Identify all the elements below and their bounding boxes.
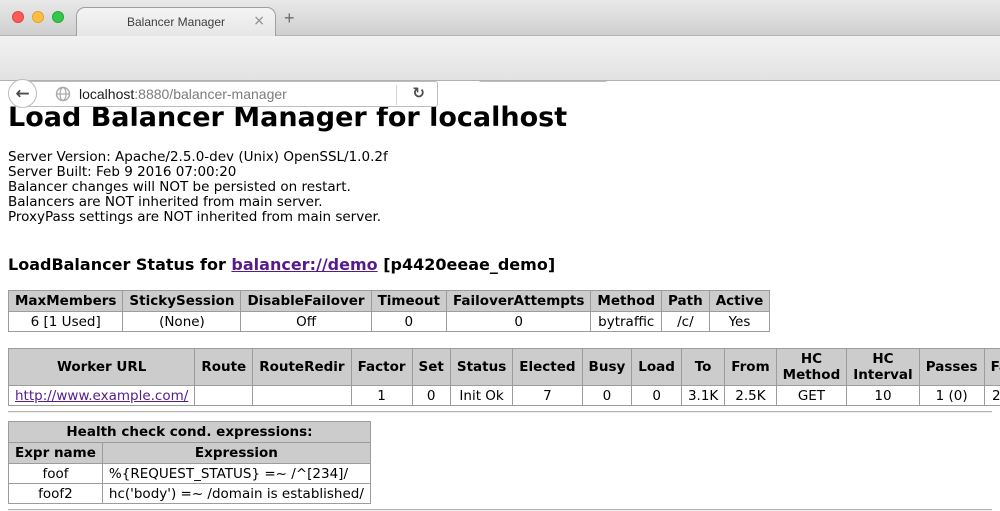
col-stickysession: StickySession: [123, 291, 241, 312]
site-identity-globe-icon: [55, 86, 71, 102]
cell-status: Init Ok: [450, 386, 512, 406]
col-passes: Passes: [919, 349, 984, 386]
url-text: localhost:8880/balancer-manager: [79, 86, 287, 102]
col-fails: Fails: [984, 349, 1000, 386]
col-factor: Factor: [351, 349, 412, 386]
col-worker-url: Worker URL: [9, 349, 195, 386]
cell-expr-name: foof: [9, 464, 103, 484]
proxypass-notice-line: ProxyPass settings are NOT inherited fro…: [8, 210, 992, 225]
col-timeout: Timeout: [371, 291, 446, 312]
col-hc-method: HC Method: [776, 349, 847, 386]
zoom-window-button[interactable]: [52, 11, 64, 23]
cell-active: Yes: [709, 312, 770, 332]
health-check-expressions-table: Health check cond. expressions: Expr nam…: [8, 421, 371, 504]
cell-load: 0: [632, 386, 682, 406]
col-load: Load: [632, 349, 682, 386]
tab-title: Balancer Manager: [127, 15, 225, 29]
table-row: http://www.example.com/ 1 0 Init Ok 7 0 …: [9, 386, 1000, 406]
close-window-button[interactable]: [12, 11, 24, 23]
window-titlebar: Balancer Manager × +: [0, 0, 1000, 36]
status-suffix: [p4420eeae_demo]: [378, 255, 556, 274]
table-title-row: Health check cond. expressions:: [9, 422, 371, 443]
server-built-line: Server Built: Feb 9 2016 07:00:20: [8, 165, 992, 180]
navigation-toolbar: ← localhost:8880/balancer-manager ↻ ☆: [0, 36, 1000, 81]
col-to: To: [681, 349, 724, 386]
cell-stickysession: (None): [123, 312, 241, 332]
new-tab-button[interactable]: +: [284, 8, 295, 29]
cell-to: 3.1K: [681, 386, 724, 406]
worker-url-link[interactable]: http://www.example.com/: [15, 388, 188, 404]
col-routeredir: RouteRedir: [253, 349, 351, 386]
table-row: foof %{REQUEST_STATUS} =~ /^[234]/: [9, 464, 371, 484]
col-path: Path: [662, 291, 710, 312]
cell-timeout: 0: [371, 312, 446, 332]
worker-status-table: Worker URL Route RouteRedir Factor Set S…: [8, 348, 1000, 406]
balancer-settings-table: MaxMembers StickySession DisableFailover…: [8, 290, 770, 332]
back-button[interactable]: ←: [8, 79, 37, 108]
cell-hc-method: GET: [776, 386, 847, 406]
cell-elected: 7: [513, 386, 582, 406]
col-expression: Expression: [102, 443, 370, 464]
table-header-row: Worker URL Route RouteRedir Factor Set S…: [9, 349, 1000, 386]
col-status: Status: [450, 349, 512, 386]
cell-expr-name: foof2: [9, 484, 103, 504]
col-busy: Busy: [582, 349, 632, 386]
cell-route: [195, 386, 253, 406]
col-disablefailover: DisableFailover: [241, 291, 371, 312]
cell-busy: 0: [582, 386, 632, 406]
cell-factor: 1: [351, 386, 412, 406]
col-maxmembers: MaxMembers: [9, 291, 123, 312]
health-table-title: Health check cond. expressions:: [9, 422, 371, 443]
table-row: foof2 hc('body') =~ /domain is establish…: [9, 484, 371, 504]
cell-failoverattempts: 0: [447, 312, 591, 332]
cell-passes: 1 (0): [919, 386, 984, 406]
cell-expression: hc('body') =~ /domain is established/: [102, 484, 370, 504]
minimize-window-button[interactable]: [32, 11, 44, 23]
col-active: Active: [709, 291, 770, 312]
url-path: :8880/balancer-manager: [134, 86, 287, 102]
reload-icon[interactable]: ↻: [412, 84, 425, 102]
col-route: Route: [195, 349, 253, 386]
page-content: Load Balancer Manager for localhost Serv…: [0, 82, 1000, 491]
persist-notice-line: Balancer changes will NOT be persisted o…: [8, 180, 992, 195]
cell-maxmembers: 6 [1 Used]: [9, 312, 123, 332]
cell-disablefailover: Off: [241, 312, 371, 332]
cell-fails: 2 (0): [984, 386, 1000, 406]
loadbalancer-status-heading: LoadBalancer Status for balancer://demo …: [8, 255, 992, 274]
col-failoverattempts: FailoverAttempts: [447, 291, 591, 312]
col-expr-name: Expr name: [9, 443, 103, 464]
cell-from: 2.5K: [725, 386, 776, 406]
tab-balancer-manager[interactable]: Balancer Manager ×: [76, 7, 276, 36]
col-hc-interval: HC Interval: [847, 349, 919, 386]
urlbar-separator: [396, 85, 397, 105]
inherit-notice-line: Balancers are NOT inherited from main se…: [8, 195, 992, 210]
col-set: Set: [412, 349, 450, 386]
col-elected: Elected: [513, 349, 582, 386]
url-domain: localhost: [79, 86, 134, 102]
col-from: From: [725, 349, 776, 386]
cell-routeredir: [253, 386, 351, 406]
table-row: 6 [1 Used] (None) Off 0 0 bytraffic /c/ …: [9, 312, 770, 332]
cell-path: /c/: [662, 312, 710, 332]
url-bar[interactable]: localhost:8880/balancer-manager ↻: [24, 81, 438, 107]
server-version-line: Server Version: Apache/2.5.0-dev (Unix) …: [8, 150, 992, 165]
status-prefix: LoadBalancer Status for: [8, 255, 231, 274]
table-header-row: MaxMembers StickySession DisableFailover…: [9, 291, 770, 312]
cell-worker-url: http://www.example.com/: [9, 386, 195, 406]
table-header-row: Expr name Expression: [9, 443, 371, 464]
section-divider: [8, 411, 992, 413]
col-method: Method: [591, 291, 662, 312]
server-info-block: Server Version: Apache/2.5.0-dev (Unix) …: [8, 150, 992, 225]
cell-hc-interval: 10: [847, 386, 919, 406]
cell-set: 0: [412, 386, 450, 406]
cell-expression: %{REQUEST_STATUS} =~ /^[234]/: [102, 464, 370, 484]
tab-close-icon[interactable]: ×: [253, 13, 265, 29]
cell-method: bytraffic: [591, 312, 662, 332]
balancer-demo-link[interactable]: balancer://demo: [231, 255, 377, 274]
